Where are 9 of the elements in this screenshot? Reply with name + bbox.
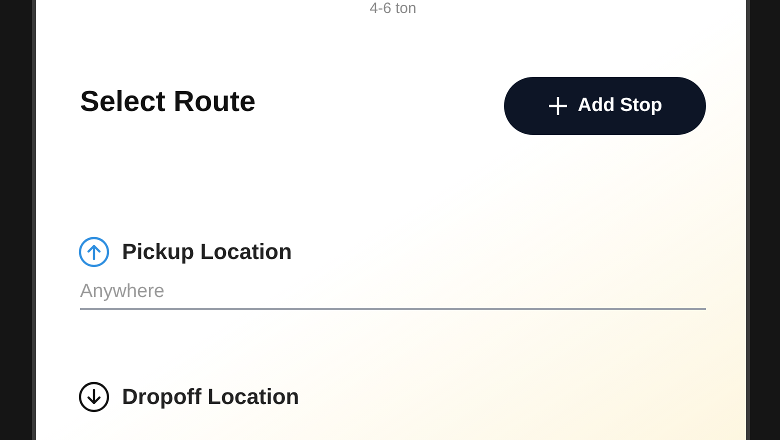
add-stop-button[interactable]: Add Stop bbox=[504, 77, 706, 135]
location-input-field[interactable]: Anywhere bbox=[80, 276, 706, 310]
down-arrow-circle-icon bbox=[78, 380, 110, 412]
up-arrow-circle-icon bbox=[78, 236, 110, 268]
location-label: Pickup Location bbox=[122, 238, 292, 266]
plus-icon bbox=[548, 96, 568, 116]
section-title: Select Route bbox=[80, 85, 256, 120]
location-label: Dropoff Location bbox=[122, 383, 300, 411]
vehicle-caption: 4-6 ton bbox=[370, 1, 416, 16]
